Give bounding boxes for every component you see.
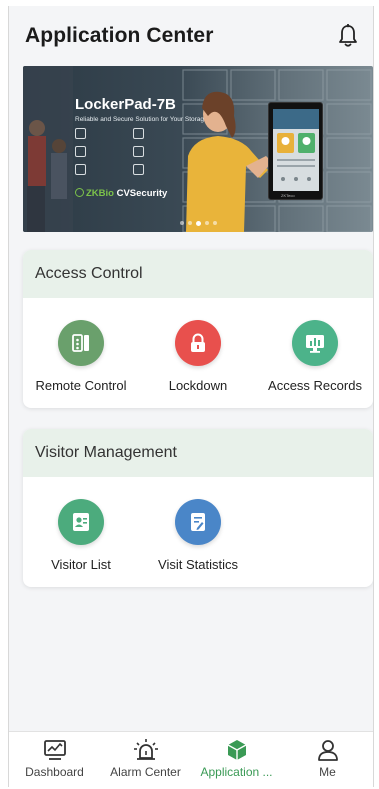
banner-product-title: LockerPad-7B — [75, 96, 176, 113]
carousel-dot-active[interactable] — [195, 221, 201, 226]
visit-statistics-label: Visit Statistics — [158, 557, 238, 572]
nav-label-alarm-center: Alarm Center — [110, 765, 181, 779]
remote-control-label: Remote Control — [35, 378, 127, 393]
brand-suffix: CVSecurity — [113, 188, 168, 199]
promo-banner-carousel[interactable]: LockerPad-7B Reliable and Secure Solutio… — [23, 66, 373, 232]
banner-feature-icon — [75, 128, 129, 139]
banner-brand-logo: ZKBio CVSecurity — [75, 188, 167, 199]
banner-feature-icon — [75, 146, 129, 157]
nav-label-dashboard: Dashboard — [25, 765, 84, 779]
app-header: Application Center — [9, 6, 373, 66]
woman-photo — [186, 91, 272, 232]
remote-control-tile[interactable]: Remote Control — [23, 320, 139, 393]
bell-icon[interactable] — [337, 24, 359, 48]
visitor-list-label: Visitor List — [51, 557, 111, 572]
nav-tab-alarm-center[interactable]: Alarm Center — [100, 732, 191, 787]
alarm-icon — [100, 738, 191, 762]
access-records-tile[interactable]: Access Records — [257, 320, 373, 393]
application-cube-icon — [191, 738, 282, 762]
carousel-dot[interactable] — [204, 221, 209, 225]
visitor-management-card: Visitor Management Visitor List Visit St… — [23, 429, 373, 587]
app-screen: Application Center LockerPad-7B Reliable… — [8, 6, 374, 787]
nav-tab-me[interactable]: Me — [282, 732, 373, 787]
lockdown-tile[interactable]: Lockdown — [140, 320, 256, 393]
access-control-tiles: Remote Control Lockdown Access Records — [23, 298, 373, 408]
user-icon — [282, 738, 373, 762]
nav-label-me: Me — [319, 765, 336, 779]
access-records-label: Access Records — [268, 378, 362, 393]
section-title-access-control: Access Control — [23, 250, 373, 298]
access-control-card: Access Control Remote Control Lockdown A… — [23, 250, 373, 408]
dashboard-icon — [9, 738, 100, 762]
svg-text:ZKTeco: ZKTeco — [281, 193, 295, 198]
lock-icon — [175, 320, 221, 366]
nav-tab-application-center[interactable]: Application ... — [191, 732, 282, 787]
crowd-background-image — [23, 66, 73, 232]
remote-control-icon — [58, 320, 104, 366]
visit-statistics-tile[interactable]: Visit Statistics — [140, 499, 256, 572]
lockerpad-device-image: ZKTeco — [268, 102, 323, 200]
visitor-management-tiles: Visitor List Visit Statistics — [23, 477, 373, 587]
carousel-dot[interactable] — [187, 221, 192, 225]
section-title-visitor-management: Visitor Management — [23, 429, 373, 477]
nav-tab-dashboard[interactable]: Dashboard — [9, 732, 100, 787]
brand-prefix: ZKBio — [86, 188, 114, 199]
carousel-dot[interactable] — [179, 221, 184, 225]
banner-feature-icon — [75, 164, 129, 175]
carousel-dot[interactable] — [212, 221, 217, 225]
device-screen-icon: ZKTeco — [273, 109, 319, 198]
document-edit-icon — [175, 499, 221, 545]
visitor-card-icon — [58, 499, 104, 545]
monitor-chart-icon — [292, 320, 338, 366]
page-title: Application Center — [25, 24, 214, 47]
visitor-list-tile[interactable]: Visitor List — [23, 499, 139, 572]
bottom-navigation: Dashboard Alarm Center Application ... M… — [9, 731, 373, 787]
lockdown-label: Lockdown — [168, 378, 228, 393]
carousel-dots — [23, 221, 373, 226]
nav-label-application-center: Application ... — [200, 765, 273, 779]
